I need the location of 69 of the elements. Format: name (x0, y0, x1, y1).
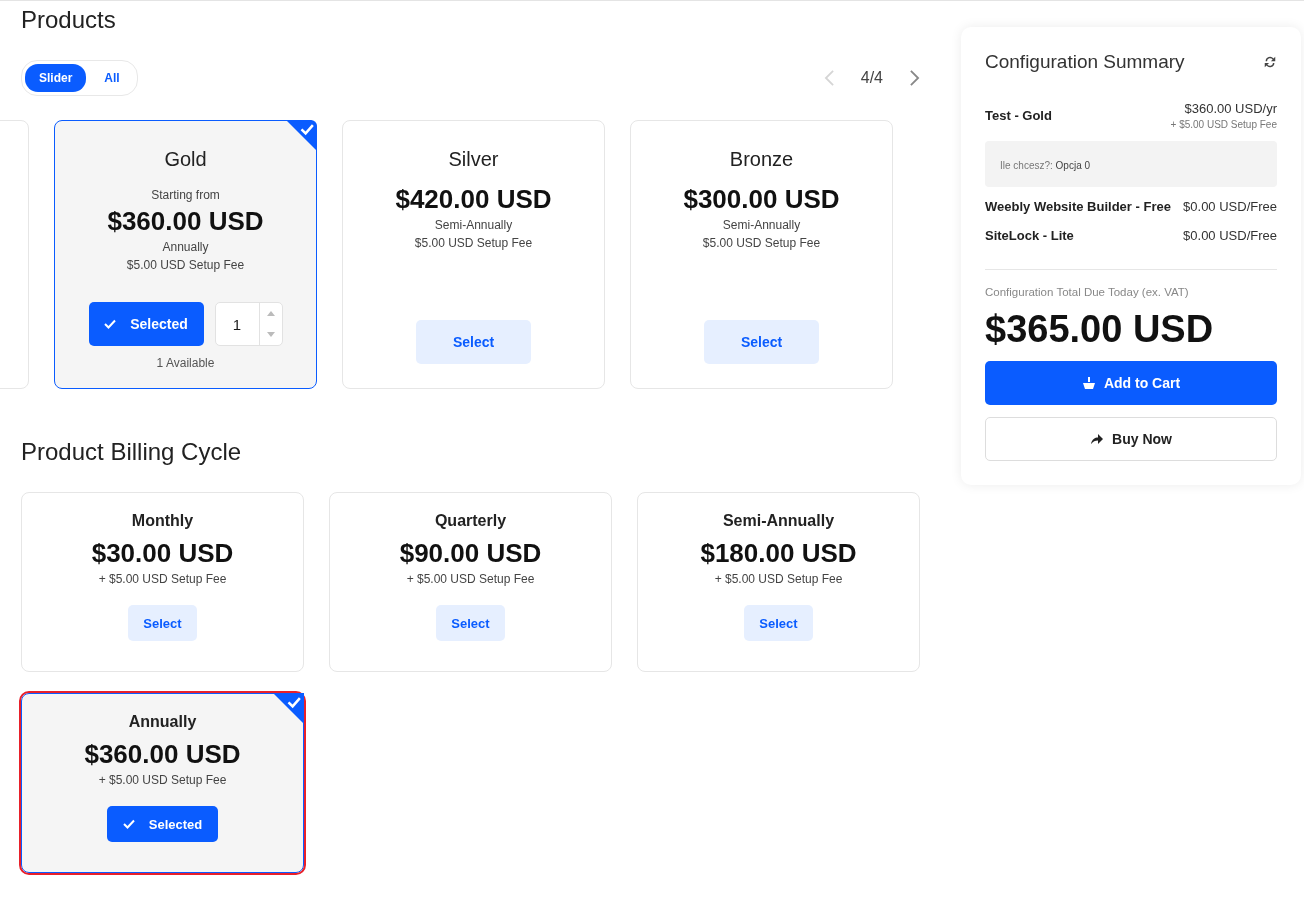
addon-price: $0.00 USD/Free (1183, 199, 1277, 214)
view-tab[interactable]: Slider (25, 64, 87, 92)
share-arrow-icon (1090, 432, 1105, 446)
product-card[interactable]: Bronze $300.00 USD Semi-Annually $5.00 USD Setup Fee Select (630, 120, 893, 389)
product-name: Bronze (729, 148, 794, 171)
summary-title: Configuration Summary (985, 51, 1185, 73)
item-price: $360.00 USD/yr (1184, 101, 1277, 116)
addon-price: $0.00 USD/Free (1183, 228, 1277, 243)
select-button[interactable]: Select (416, 320, 531, 364)
view-tab[interactable]: All (90, 64, 134, 92)
total-price: $365.00 USD (985, 308, 1215, 351)
decrement-icon[interactable] (266, 332, 275, 337)
cycle-price: $30.00 USD (91, 537, 234, 570)
setup-fee: $5.00 USD Setup Fee (126, 257, 245, 274)
buy-now-button[interactable]: Buy Now (985, 417, 1277, 461)
total-label: Configuration Total Due Today (ex. VAT) (985, 286, 1190, 298)
item-setup-fee: + $5.00 USD Setup Fee (1170, 119, 1277, 130)
product-price: $420.00 USD (395, 183, 552, 216)
product-name: Silver (448, 148, 499, 171)
billing-cycle-card[interactable]: Monthly $30.00 USD + $5.00 USD Setup Fee Select (21, 492, 304, 672)
section-heading: Products (21, 6, 117, 34)
product-price: $300.00 USD (683, 183, 840, 216)
page-indicator: 4/4 (860, 69, 883, 87)
cycle-name: Annually (128, 713, 197, 731)
item-name: Test - Gold (985, 108, 1052, 123)
basket-icon (1081, 376, 1096, 390)
billing-cycle: Semi-Annually (434, 217, 513, 234)
select-button[interactable]: Select (744, 605, 813, 641)
check-icon (122, 819, 135, 829)
cycle-price: $180.00 USD (700, 537, 857, 570)
selected-corner-icon (286, 120, 317, 151)
quantity-field[interactable]: 1 (214, 302, 283, 346)
billing-cycle-card[interactable]: Annually $360.00 USD + $5.00 USD Setup Fee Selected (21, 693, 304, 873)
cycle-name: Semi-Annually (722, 512, 835, 530)
cycle-price: $90.00 USD (399, 537, 542, 570)
availability-text: 1 Available (156, 356, 215, 370)
setup-fee: + $5.00 USD Setup Fee (714, 571, 843, 588)
section-heading: Product Billing Cycle (21, 438, 243, 466)
setup-fee: $5.00 USD Setup Fee (414, 235, 533, 252)
select-button[interactable]: Select (436, 605, 505, 641)
product-name: Gold (164, 148, 207, 171)
option-text: Ile chcesz?: Opcja 0 (1000, 160, 1091, 171)
addon-name: Weebly Website Builder - Free (985, 199, 1171, 214)
billing-cycle-card[interactable]: Quarterly $90.00 USD + $5.00 USD Setup Fee Select (329, 492, 612, 672)
billing-cycle-card[interactable]: Semi-Annually $180.00 USD + $5.00 USD Setup Fee Select (637, 492, 920, 672)
product-card[interactable]: Silver $420.00 USD Semi-Annually $5.00 USD Setup Fee Select (342, 120, 605, 389)
select-button[interactable]: Select (128, 605, 197, 641)
select-button[interactable]: Select (704, 320, 819, 364)
selected-button[interactable]: Selected (88, 302, 204, 346)
product-card[interactable]: Gold Starting from $360.00 USD Annually $5.00 USD Setup Fee Selected 1 1 Available (54, 120, 317, 389)
setup-fee: + $5.00 USD Setup Fee (98, 571, 227, 588)
cycle-name: Quarterly (434, 512, 507, 530)
setup-fee: $5.00 USD Setup Fee (702, 235, 821, 252)
addon-name: SiteLock - Lite (985, 228, 1074, 243)
cycle-price: $360.00 USD (84, 738, 241, 771)
billing-cycle: Annually (162, 239, 209, 256)
product-price: $360.00 USD (107, 205, 264, 238)
selected-button[interactable]: Selected (106, 806, 219, 842)
setup-fee: + $5.00 USD Setup Fee (406, 571, 535, 588)
setup-fee: + $5.00 USD Setup Fee (98, 772, 227, 789)
check-icon (104, 319, 117, 329)
increment-icon[interactable] (266, 311, 275, 316)
refresh-icon[interactable] (1263, 55, 1277, 69)
selected-corner-icon (273, 693, 304, 724)
starting-label: Starting from (151, 187, 220, 204)
chevron-right-icon[interactable] (909, 69, 920, 87)
add-to-cart-button[interactable]: Add to Cart (985, 361, 1277, 405)
cycle-name: Monthly (131, 512, 194, 530)
billing-cycle: Semi-Annually (722, 217, 801, 234)
